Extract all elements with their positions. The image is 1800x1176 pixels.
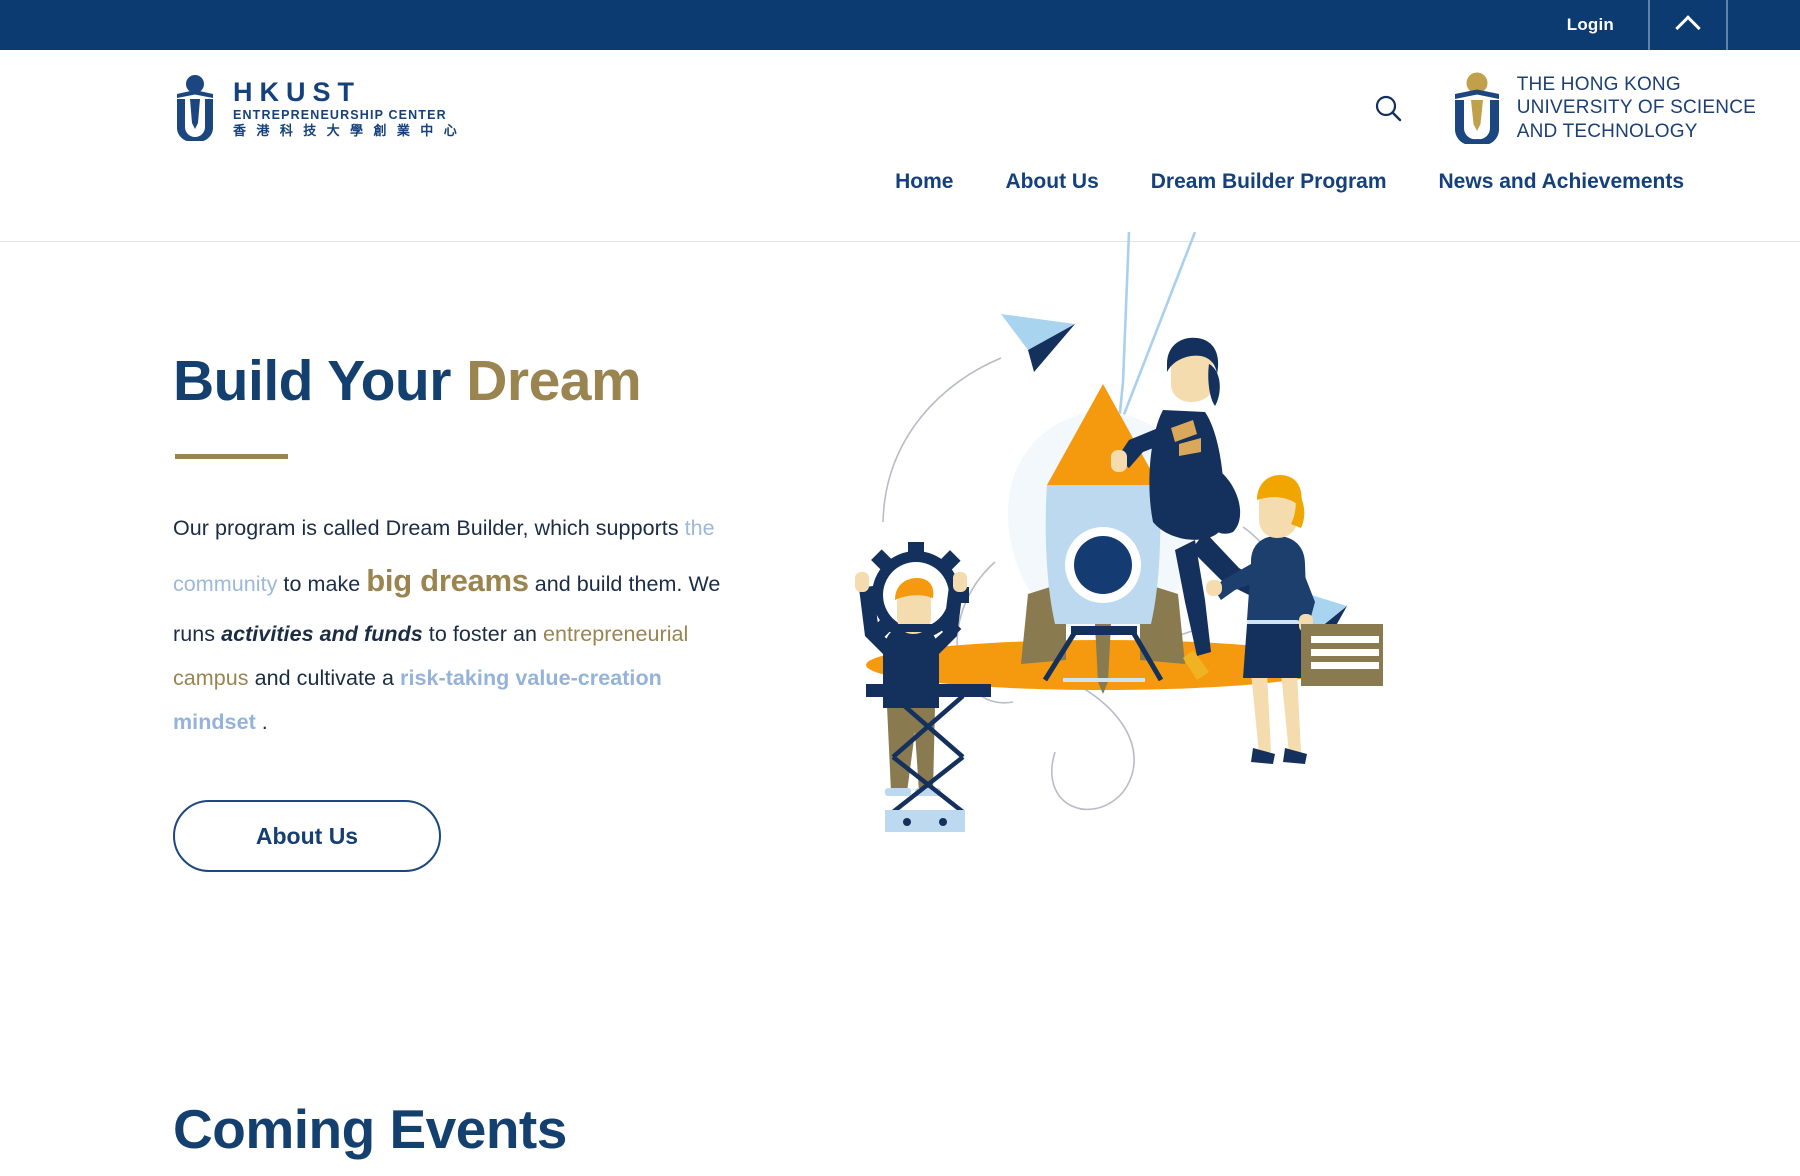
coming-events-section: Coming Events xyxy=(0,942,1800,1161)
hero-illustration-area xyxy=(813,231,1800,942)
rocket-launch-illustration xyxy=(823,231,1389,837)
ec-logo-title: HKUST xyxy=(233,76,361,107)
login-button[interactable]: Login xyxy=(1533,0,1650,50)
nav-item-dream-builder-program[interactable]: Dream Builder Program xyxy=(1125,170,1413,194)
ust-line-3: AND TECHNOLOGY xyxy=(1516,120,1698,142)
top-utility-bar: Login xyxy=(0,0,1800,50)
ust-line-1: THE HONG KONG xyxy=(1516,74,1681,96)
para-seg-1: Our program is called Dream Builder, whi… xyxy=(173,515,685,540)
para-seg-9: and cultivate a xyxy=(248,666,401,691)
hero-title: Build Your Dream xyxy=(173,349,813,413)
ec-logo-subtitle: ENTREPRENEURSHIP CENTER xyxy=(233,107,447,122)
search-button[interactable] xyxy=(1371,91,1405,125)
chevron-up-icon xyxy=(1675,15,1701,41)
para-seg-11: . xyxy=(255,709,268,734)
para-seg-big-dreams: big dreams xyxy=(366,563,529,599)
hero-section: Build Your Dream Our program is called D… xyxy=(0,231,1800,942)
hero-title-part2: Dream xyxy=(466,349,642,413)
coming-events-title: Coming Events xyxy=(173,1098,567,1160)
header-top-row: HKUST ENTREPRENEURSHIP CENTER 香 港 科 技 大 … xyxy=(0,50,1800,146)
main-navigation: Home About Us Dream Builder Program News… xyxy=(0,170,1800,194)
hero-title-part1: Build Your xyxy=(173,349,467,413)
ust-line-2: UNIVERSITY OF SCIENCE xyxy=(1516,97,1756,119)
ec-logo-chinese: 香 港 科 技 大 學 創 業 中 心 xyxy=(233,123,461,139)
para-seg-7: to foster an xyxy=(422,622,543,647)
hero-paragraph: Our program is called Dream Builder, whi… xyxy=(173,507,743,744)
about-us-button[interactable]: About Us xyxy=(173,800,441,873)
search-icon xyxy=(1375,95,1401,122)
para-seg-3: to make xyxy=(277,572,367,597)
hkust-university-name: THE HONG KONG UNIVERSITY OF SCIENCE AND … xyxy=(1517,73,1756,143)
site-header: HKUST ENTREPRENEURSHIP CENTER 香 港 科 技 大 … xyxy=(0,50,1800,242)
hero-content: Build Your Dream Our program is called D… xyxy=(173,242,813,942)
ec-logo-text: HKUST ENTREPRENEURSHIP CENTER 香 港 科 技 大 … xyxy=(233,76,461,139)
hkust-university-logo[interactable]: THE HONG KONG UNIVERSITY OF SCIENCE AND … xyxy=(1451,72,1756,146)
nav-item-home[interactable]: Home xyxy=(869,170,979,194)
nav-item-news-and-achievements[interactable]: News and Achievements xyxy=(1413,170,1756,194)
gold-divider xyxy=(175,453,288,459)
collapse-header-button[interactable] xyxy=(1650,0,1728,50)
paper-plane-1 xyxy=(1001,314,1075,372)
ec-logo[interactable]: HKUST ENTREPRENEURSHIP CENTER 香 港 科 技 大 … xyxy=(173,75,461,142)
hkust-university-emblem-icon xyxy=(1451,72,1503,146)
nav-item-about-us[interactable]: About Us xyxy=(979,170,1124,194)
header-right-cluster: THE HONG KONG UNIVERSITY OF SCIENCE AND … xyxy=(1371,72,1756,146)
hkust-emblem-icon xyxy=(173,75,217,142)
para-seg-activities-funds: activities and funds xyxy=(221,622,423,647)
